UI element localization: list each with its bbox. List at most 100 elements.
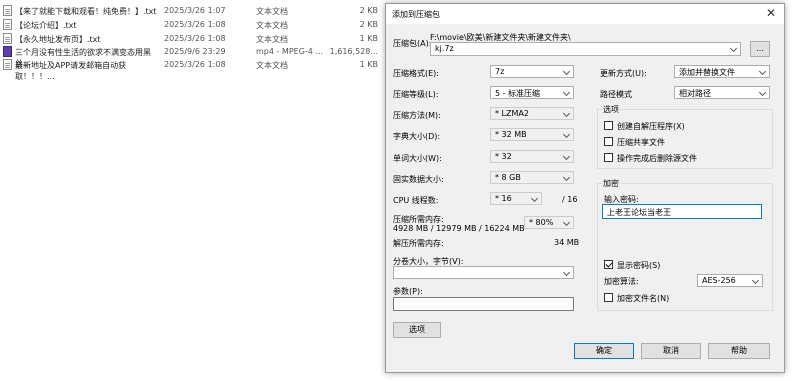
params-label: 参数(P): xyxy=(393,287,423,296)
file-size: 2 KB xyxy=(359,20,378,29)
method-label: 压缩方法(M): xyxy=(393,111,441,120)
password-value: 上老王论坛当老王 xyxy=(607,208,671,217)
password-input[interactable]: 上老王论坛当老王 xyxy=(602,204,762,219)
file-date: 2025/9/6 23:29 xyxy=(164,47,226,56)
level-value: 5 - 标准压缩 xyxy=(495,89,541,98)
archive-name-combo[interactable]: kj.7z xyxy=(430,42,741,56)
file-date: 2025/3/26 1:08 xyxy=(164,60,226,69)
file-size: 1 KB xyxy=(359,34,378,43)
delete-label: 操作完成后删除源文件 xyxy=(617,154,697,163)
pathmode-select[interactable]: 相对路径 xyxy=(674,86,770,99)
list-item[interactable]: 【永久地址发布页】.txt 2025/3/26 1:08 文本文档 1 KB xyxy=(0,32,384,46)
format-label: 压缩格式(E): xyxy=(393,69,439,78)
options-button[interactable]: 选项 xyxy=(393,322,441,338)
pathmode-label: 路径模式 xyxy=(600,90,632,99)
dialog-title: 添加到压缩包 xyxy=(392,10,440,19)
method-select[interactable]: * LZMA2 xyxy=(490,107,574,120)
word-select[interactable]: * 32 xyxy=(490,150,574,163)
mem-comp-value: 4928 MB / 12979 MB / 16224 MB xyxy=(393,224,525,233)
params-input[interactable] xyxy=(393,297,574,311)
file-name: 最新地址及APP请发邮箱自动获取！！！... xyxy=(15,61,127,81)
method-value: * LZMA2 xyxy=(495,109,529,118)
cancel-button[interactable]: 取消 xyxy=(641,343,701,359)
archive-label: 压缩包(A): xyxy=(393,39,432,48)
level-select[interactable]: 5 - 标准压缩 xyxy=(490,86,574,99)
cpu-select[interactable]: * 16 xyxy=(490,192,542,205)
enc-method-select[interactable]: AES-256 xyxy=(697,274,763,287)
cpu-total: / 16 xyxy=(562,195,578,204)
chevron-down-icon[interactable] xyxy=(760,68,766,74)
mem-decomp-value: 34 MB xyxy=(554,238,580,247)
file-name: 【永久地址发布页】.txt xyxy=(15,35,101,44)
dict-label: 字典大小(D): xyxy=(393,132,441,141)
chevron-down-icon[interactable] xyxy=(564,89,570,95)
chevron-down-icon[interactable] xyxy=(532,195,538,201)
dict-value: * 32 MB xyxy=(495,130,527,139)
mem-percent-select[interactable]: * 80% xyxy=(524,216,574,229)
solid-value: * 8 GB xyxy=(495,173,521,182)
encrypt-names-label: 加密文件名(N) xyxy=(617,294,670,303)
file-name: 【论坛介绍】.txt xyxy=(15,21,77,30)
dict-select[interactable]: * 32 MB xyxy=(490,128,574,141)
list-item[interactable]: 最新地址及APP请发邮箱自动获取！！！... 2025/3/26 1:08 文本… xyxy=(0,58,384,81)
file-size: 1,616,528... xyxy=(329,47,378,56)
format-value: 7z xyxy=(495,67,505,76)
file-date: 2025/3/26 1:08 xyxy=(164,34,226,43)
chevron-down-icon[interactable] xyxy=(564,174,570,180)
options-group-label: 选项 xyxy=(602,104,620,115)
ok-button[interactable]: 确定 xyxy=(574,343,634,359)
update-label: 更新方式(U): xyxy=(600,69,647,78)
shared-checkbox[interactable] xyxy=(604,137,613,146)
file-type: 文本文档 xyxy=(256,21,288,30)
sfx-checkbox[interactable] xyxy=(604,121,613,130)
show-password-label: 显示密码(S) xyxy=(617,261,661,270)
file-type: 文本文档 xyxy=(256,61,288,70)
chevron-down-icon[interactable] xyxy=(564,219,570,225)
chevron-down-icon[interactable] xyxy=(564,131,570,137)
list-item[interactable]: 【来了就能下载和观看！纯免费！】.txt 2025/3/26 1:07 文本文档… xyxy=(0,4,384,18)
chevron-down-icon[interactable] xyxy=(731,45,737,51)
word-value: * 32 xyxy=(495,152,512,161)
mem-percent-value: * 80% xyxy=(529,218,554,227)
text-file-icon xyxy=(3,19,12,30)
chevron-down-icon[interactable] xyxy=(564,269,570,275)
list-item[interactable]: 【论坛介绍】.txt 2025/3/26 1:08 文本文档 2 KB xyxy=(0,18,384,32)
mem-decomp-label: 解压所需内存: xyxy=(393,239,444,248)
encrypt-names-checkbox[interactable] xyxy=(604,293,613,302)
help-button[interactable]: 帮助 xyxy=(708,343,770,359)
enc-method-value: AES-256 xyxy=(702,276,736,285)
pathmode-value: 相对路径 xyxy=(679,89,711,98)
close-icon[interactable]: ✕ xyxy=(766,6,776,20)
add-to-archive-dialog: 添加到压缩包 ✕ 压缩包(A): F:\movie\欧美\新建文件夹\新建文件夹… xyxy=(385,3,785,373)
title-bar: 添加到压缩包 ✕ xyxy=(386,4,784,24)
text-file-icon xyxy=(3,59,12,70)
solid-select[interactable]: * 8 GB xyxy=(490,171,574,184)
file-date: 2025/3/26 1:07 xyxy=(164,6,226,15)
format-select[interactable]: 7z xyxy=(490,65,574,78)
encrypt-group-label: 加密 xyxy=(602,178,620,189)
chevron-down-icon[interactable] xyxy=(564,153,570,159)
archive-name-value: kj.7z xyxy=(435,44,454,53)
update-select[interactable]: 添加并替换文件 xyxy=(674,65,770,78)
file-type: 文本文档 xyxy=(256,35,288,44)
chevron-down-icon[interactable] xyxy=(760,89,766,95)
list-item[interactable]: 三个月没有性生活的欲求不满变态用黑丝... 2025/9/6 23:29 mp4… xyxy=(0,45,384,68)
text-file-icon xyxy=(3,33,12,44)
level-label: 压缩等级(L): xyxy=(393,90,439,99)
video-file-icon xyxy=(3,46,12,57)
file-size: 1 KB xyxy=(359,60,378,69)
update-value: 添加并替换文件 xyxy=(679,68,735,77)
chevron-down-icon[interactable] xyxy=(564,68,570,74)
enc-method-label: 加密算法: xyxy=(604,277,639,286)
chevron-down-icon[interactable] xyxy=(753,277,759,283)
chevron-down-icon[interactable] xyxy=(564,110,570,116)
show-password-checkbox[interactable] xyxy=(604,260,613,269)
split-combo[interactable] xyxy=(393,266,574,279)
shared-label: 压缩共享文件 xyxy=(617,138,665,147)
sfx-label: 创建自解压程序(X) xyxy=(617,122,685,131)
browse-button[interactable]: ... xyxy=(750,41,770,57)
file-size: 2 KB xyxy=(359,6,378,15)
solid-label: 固实数据大小: xyxy=(393,175,444,184)
delete-checkbox[interactable] xyxy=(604,153,613,162)
file-name: 【来了就能下载和观看！纯免费！】.txt xyxy=(15,7,157,16)
